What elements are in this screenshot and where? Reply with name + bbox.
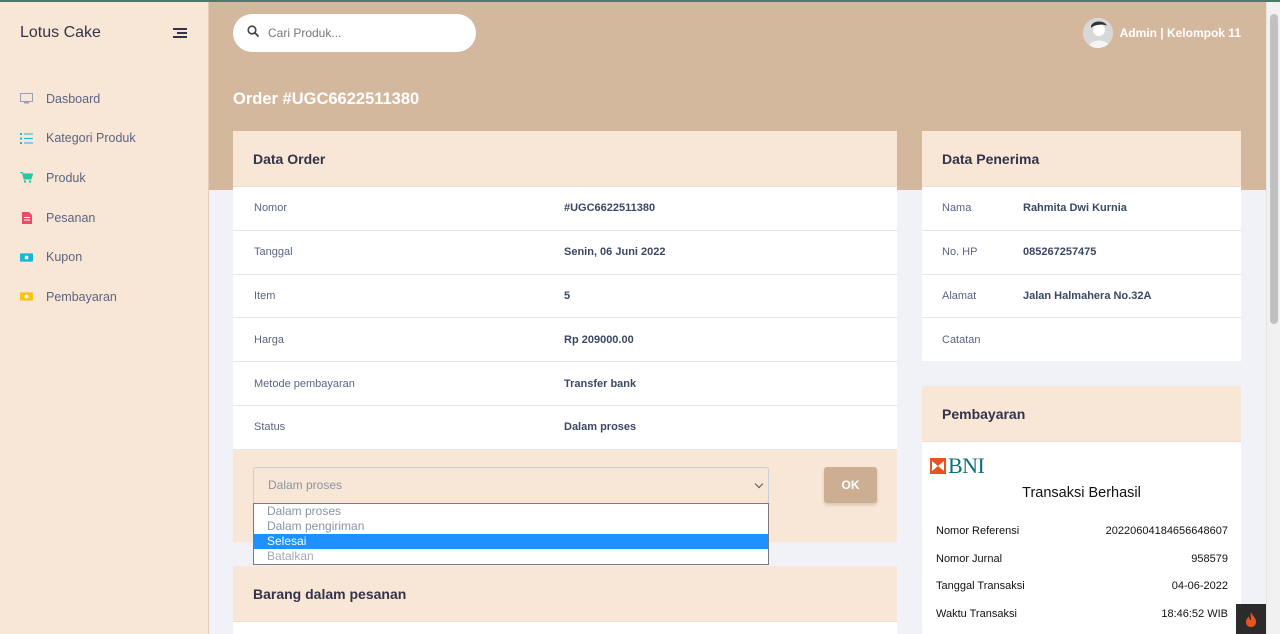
row-value: 04-06-2022 [1171, 580, 1228, 592]
row-value: Rahmita Dwi Kurnia [1023, 202, 1127, 215]
money-icon [20, 252, 33, 263]
recipient-row-phone: No. HP 085267257475 [922, 231, 1241, 275]
scrollbar-thumb[interactable] [1270, 14, 1278, 324]
menu-toggle-icon[interactable] [173, 28, 187, 38]
transaction-row-tanggal: Tanggal Transaksi 04-06-2022 [936, 580, 1228, 592]
transaction-row-referensi: Nomor Referensi 20220604184656648607 [936, 525, 1228, 537]
money-icon [20, 291, 33, 302]
sidebar-item-label: Produk [46, 170, 86, 185]
row-label: Status [254, 421, 286, 434]
row-value: Rp 209000.00 [564, 333, 634, 346]
payment-card-title: Pembayaran [922, 386, 1241, 442]
sidebar-item-pesanan[interactable]: Pesanan [0, 198, 209, 238]
sidebar-item-label: Pesanan [46, 210, 96, 225]
row-label: No. HP [942, 246, 978, 259]
row-label: Nomor Referensi [936, 525, 1020, 537]
user-menu[interactable]: Admin | Kelompok 11 [1082, 18, 1241, 48]
payment-card: Pembayaran BNI Transaksi Berhasil Nomor … [922, 386, 1241, 634]
order-row-harga: Harga Rp 209000.00 [233, 318, 897, 363]
sidebar-item-label: Pembayaran [46, 289, 117, 304]
top-accent-line [0, 0, 1280, 2]
document-icon [20, 211, 33, 224]
ok-button[interactable]: OK [824, 466, 877, 503]
row-value: Senin, 06 Juni 2022 [564, 246, 666, 259]
status-option-dalam-pengiriman[interactable]: Dalam pengiriman [254, 519, 768, 534]
recipient-card: Data Penerima Nama Rahmita Dwi Kurnia No… [922, 131, 1241, 361]
row-label: Tanggal [254, 246, 293, 259]
recipient-row-alamat: Alamat Jalan Halmahera No.32A [922, 275, 1241, 319]
user-name: Admin | Kelompok 11 [1119, 26, 1241, 40]
status-select-value: Dalam proses [268, 478, 343, 493]
status-select[interactable]: Dalam proses [253, 466, 769, 504]
row-value: 18:46:52 WIB [1161, 608, 1228, 620]
row-label: Tanggal Transaksi [936, 580, 1025, 592]
order-card: Data Order Nomor #UGC6622511380 Tanggal … [233, 131, 897, 542]
bni-logo-text: BNI [948, 453, 985, 478]
order-row-tanggal: Tanggal Senin, 06 Juni 2022 [233, 231, 897, 275]
row-label: Nama [942, 202, 972, 215]
sidebar-item-dashboard[interactable]: Dasboard [0, 79, 209, 119]
row-label: Alamat [942, 289, 977, 302]
row-value: Transfer bank [564, 377, 637, 390]
order-row-nomor: Nomor #UGC6622511380 [233, 187, 897, 231]
sidebar-item-kupon[interactable]: Kupon [0, 237, 209, 277]
row-value: Dalam proses [564, 421, 637, 434]
status-option-selesai[interactable]: Selesai [254, 534, 768, 549]
sidebar-item-kategori-produk[interactable]: Kategori Produk [0, 119, 209, 159]
monitor-icon [20, 93, 33, 104]
order-row-metode: Metode pembayaran Transfer bank [233, 362, 897, 406]
transaction-row-waktu: Waktu Transaksi 18:46:52 WIB [936, 608, 1228, 620]
page-scrollbar[interactable] [1266, 0, 1280, 634]
bni-logo: BNI [930, 453, 985, 479]
sidebar-item-pembayaran[interactable]: Pembayaran [0, 277, 209, 317]
sidebar-item-produk[interactable]: Produk [0, 158, 209, 198]
list-icon [20, 132, 33, 144]
transaction-row-jurnal: Nomor Jurnal 958579 [936, 553, 1228, 565]
row-label: Metode pembayaran [254, 377, 355, 390]
row-label: Nomor Jurnal [936, 553, 1003, 565]
sidebar-item-label: Kategori Produk [46, 131, 136, 146]
transaction-status-title: Transaksi Berhasil [1022, 485, 1141, 501]
sidebar-item-label: Dasboard [46, 91, 101, 106]
bni-mark-icon [930, 458, 946, 474]
row-label: Harga [254, 333, 284, 346]
status-option-batalkan[interactable]: Batalkan [254, 549, 768, 564]
recipient-row-nama: Nama Rahmita Dwi Kurnia [922, 187, 1241, 231]
page-title: Order #UGC6622511380 [233, 90, 420, 108]
row-value: 958579 [1191, 553, 1228, 565]
items-card: Barang dalam pesanan [233, 566, 897, 634]
status-dropdown-list: Dalam proses Dalam pengiriman Selesai Ba… [253, 503, 769, 565]
row-value: 085267257475 [1023, 246, 1097, 259]
status-option-dalam-proses[interactable]: Dalam proses [254, 504, 768, 519]
recipient-card-title: Data Penerima [922, 131, 1241, 187]
recipient-row-catatan: Catatan [922, 318, 1241, 362]
order-row-item: Item 5 [233, 275, 897, 319]
order-row-status: Status Dalam proses [233, 406, 897, 450]
order-card-title: Data Order [233, 131, 897, 187]
search-input[interactable] [268, 26, 458, 40]
brand-logo-text[interactable]: Lotus Cake [20, 24, 101, 42]
sidebar-nav: Dasboard Kategori Produk Produk Pesanan … [0, 79, 209, 317]
row-label: Item [254, 289, 276, 302]
sidebar-item-label: Kupon [46, 250, 83, 265]
chevron-down-icon [754, 479, 764, 489]
row-value: #UGC6622511380 [564, 202, 656, 215]
row-value: Jalan Halmahera No.32A [1023, 289, 1152, 302]
search-box[interactable] [233, 14, 476, 52]
avatar [1082, 18, 1113, 48]
search-icon [247, 24, 259, 42]
row-value: 5 [564, 289, 571, 302]
flame-icon[interactable] [1236, 604, 1266, 634]
cart-icon [20, 172, 33, 184]
sidebar: Lotus Cake Dasboard Kategori Produk Prod… [0, 0, 209, 634]
row-label: Waktu Transaksi [936, 608, 1017, 620]
items-card-title: Barang dalam pesanan [233, 566, 897, 622]
row-label: Catatan [942, 334, 981, 347]
row-label: Nomor [254, 202, 288, 215]
row-value: 20220604184656648607 [1105, 525, 1228, 537]
